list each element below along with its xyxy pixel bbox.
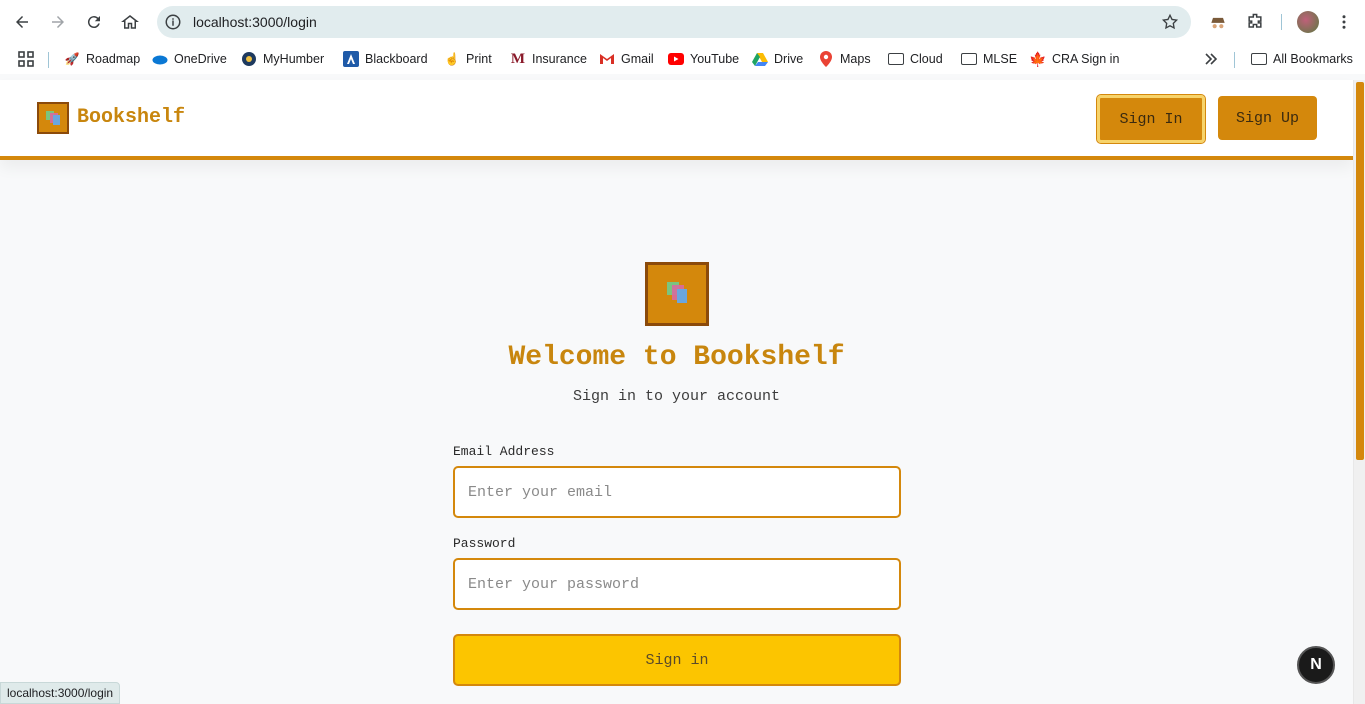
drive-icon: [752, 51, 768, 67]
home-icon[interactable]: [116, 8, 144, 36]
bookmark-mlse[interactable]: MLSE: [961, 50, 1017, 68]
bookmark-label: Blackboard: [365, 52, 428, 66]
bookmarks-divider: [1234, 52, 1235, 68]
bookmark-star-icon[interactable]: [1161, 13, 1179, 31]
bookmark-maps[interactable]: Maps: [818, 50, 871, 68]
incognito-icon[interactable]: [1206, 10, 1230, 34]
bookmark-cloud[interactable]: Cloud: [888, 50, 943, 68]
bookmark-label: OneDrive: [174, 52, 227, 66]
bookmark-myhumber[interactable]: MyHumber: [241, 50, 324, 68]
reload-icon[interactable]: [80, 8, 108, 36]
profile-avatar[interactable]: [1296, 10, 1320, 34]
browser-toolbar: localhost:3000/login: [0, 0, 1365, 44]
site-header: Bookshelf Sign In Sign Up: [0, 80, 1353, 160]
bookmark-label: MLSE: [983, 52, 1018, 66]
bookmark-print[interactable]: ☝ Print: [444, 50, 492, 68]
brand-name[interactable]: Bookshelf: [77, 106, 185, 129]
bookmark-label: Gmail: [621, 52, 654, 66]
bookmark-label: CRA Sign in: [1052, 52, 1120, 66]
bookmark-label: Drive: [774, 52, 804, 66]
rocket-icon: 🚀: [64, 52, 80, 66]
sign-in-nav-button[interactable]: Sign In: [1096, 94, 1206, 144]
maps-icon: [818, 51, 834, 67]
bookmark-label: Roadmap: [86, 52, 141, 66]
bookmark-label: Insurance: [532, 52, 587, 66]
bookmark-gmail[interactable]: Gmail: [599, 50, 654, 68]
bookmark-roadmap[interactable]: 🚀 Roadmap: [64, 50, 141, 68]
page-title: Welcome to Bookshelf: [508, 342, 845, 373]
sign-in-submit-button[interactable]: Sign in: [453, 634, 901, 686]
folder-icon: [888, 51, 904, 67]
toolbar-divider: [1281, 14, 1282, 30]
bookshelf-logo-icon[interactable]: [37, 102, 69, 134]
scrollbar-thumb[interactable]: [1356, 82, 1364, 460]
bookmark-onedrive[interactable]: OneDrive: [152, 50, 227, 68]
password-label: Password: [453, 536, 516, 551]
password-field[interactable]: [453, 558, 901, 610]
bookmark-blackboard[interactable]: Blackboard: [343, 50, 428, 68]
status-bar-url: localhost:3000/login: [0, 682, 121, 704]
all-bookmarks[interactable]: All Bookmarks: [1251, 50, 1353, 68]
email-label: Email Address: [453, 444, 555, 459]
page-subtitle: Sign in to your account: [572, 388, 781, 405]
back-icon[interactable]: [8, 8, 36, 36]
bookmark-drive[interactable]: Drive: [752, 50, 803, 68]
bookmark-label: Print: [466, 52, 492, 66]
extensions-icon[interactable]: [1243, 10, 1267, 34]
hand-icon: ☝: [444, 52, 460, 66]
folder-icon: [961, 51, 977, 67]
sign-up-nav-button[interactable]: Sign Up: [1218, 96, 1317, 140]
address-bar[interactable]: localhost:3000/login: [157, 6, 1191, 38]
humber-icon: [241, 51, 257, 67]
menu-dots-icon[interactable]: [1332, 10, 1356, 34]
all-bookmarks-label: All Bookmarks: [1273, 52, 1353, 66]
bookmark-youtube[interactable]: YouTube: [668, 50, 739, 68]
email-field[interactable]: [453, 466, 901, 518]
bookmarks-divider: [48, 52, 49, 68]
nextjs-dev-indicator[interactable]: N: [1297, 646, 1335, 684]
gmail-icon: [599, 51, 615, 67]
bookmark-label: MyHumber: [263, 52, 325, 66]
folder-icon: [1251, 51, 1267, 67]
bookshelf-large-logo-icon: [645, 262, 709, 326]
bookmarks-bar: 🚀 Roadmap OneDrive MyHumber Blackboard ☝ P…: [0, 44, 1365, 74]
blackboard-icon: [343, 51, 359, 67]
m-logo-icon: M: [510, 50, 526, 67]
cloud-icon: [152, 51, 168, 67]
page-scrollbar[interactable]: [1353, 80, 1365, 704]
apps-grid-icon[interactable]: [18, 50, 34, 68]
forward-icon[interactable]: [44, 8, 72, 36]
url-text: localhost:3000/login: [193, 14, 317, 30]
more-bookmarks-chevron-icon[interactable]: [1203, 50, 1219, 68]
bookmark-cra-sign-in[interactable]: 🍁 CRA Sign in: [1029, 50, 1120, 68]
site-info-icon[interactable]: [164, 13, 182, 31]
login-page: Bookshelf Sign In Sign Up Welcome to Boo…: [0, 80, 1353, 704]
youtube-icon: [668, 51, 684, 67]
maple-leaf-icon: 🍁: [1029, 50, 1047, 67]
bookmark-label: Cloud: [910, 52, 943, 66]
bookmark-label: YouTube: [690, 52, 740, 66]
bookmark-label: Maps: [840, 52, 871, 66]
bookmark-insurance[interactable]: M Insurance: [510, 50, 587, 68]
